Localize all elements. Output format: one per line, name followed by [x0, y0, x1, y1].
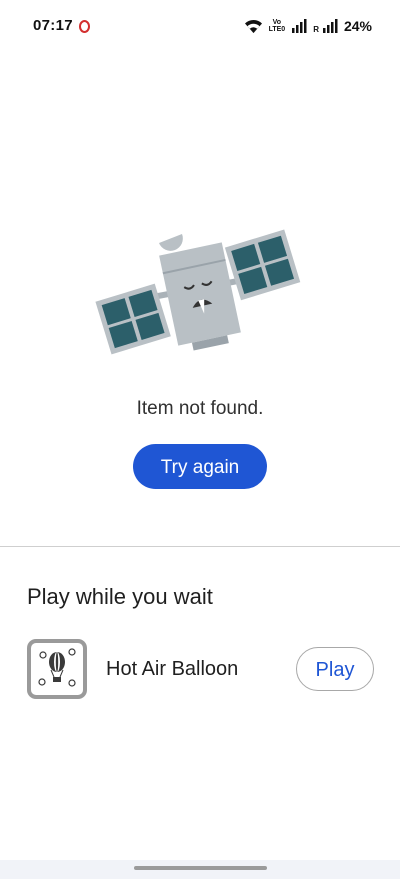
play-button[interactable]: Play — [296, 647, 374, 691]
right-solar-panel — [224, 229, 301, 301]
section-title: Play while you wait — [27, 584, 213, 609]
status-time: 07:17 — [33, 17, 73, 34]
error-message: Item not found. — [136, 398, 264, 419]
opera-notification-icon — [79, 20, 90, 33]
volte-top-label: Vo — [272, 19, 282, 26]
volte-indicator: Vo LTE0 — [269, 19, 286, 33]
roaming-indicator: R — [313, 24, 319, 34]
section-divider — [0, 546, 400, 547]
wifi-icon — [244, 19, 263, 34]
hot-air-balloon-icon[interactable] — [26, 638, 88, 700]
game-name: Hot Air Balloon — [106, 658, 239, 680]
satellite-dish — [159, 234, 183, 251]
volte-bottom-label: LTE0 — [268, 26, 286, 33]
signal-icon-sim2 — [322, 19, 338, 33]
signal-icon-sim1 — [291, 19, 307, 33]
status-bar: 07:17 Vo LTE0 R 24% — [0, 0, 400, 52]
status-icons: Vo LTE0 R 24% — [244, 14, 372, 38]
sad-satellite-illustration — [86, 214, 316, 374]
battery-percentage: 24% — [343, 18, 372, 34]
gesture-handle[interactable] — [134, 866, 267, 870]
try-again-button[interactable]: Try again — [133, 444, 267, 489]
game-list-item[interactable]: Hot Air Balloon Play — [26, 638, 374, 700]
